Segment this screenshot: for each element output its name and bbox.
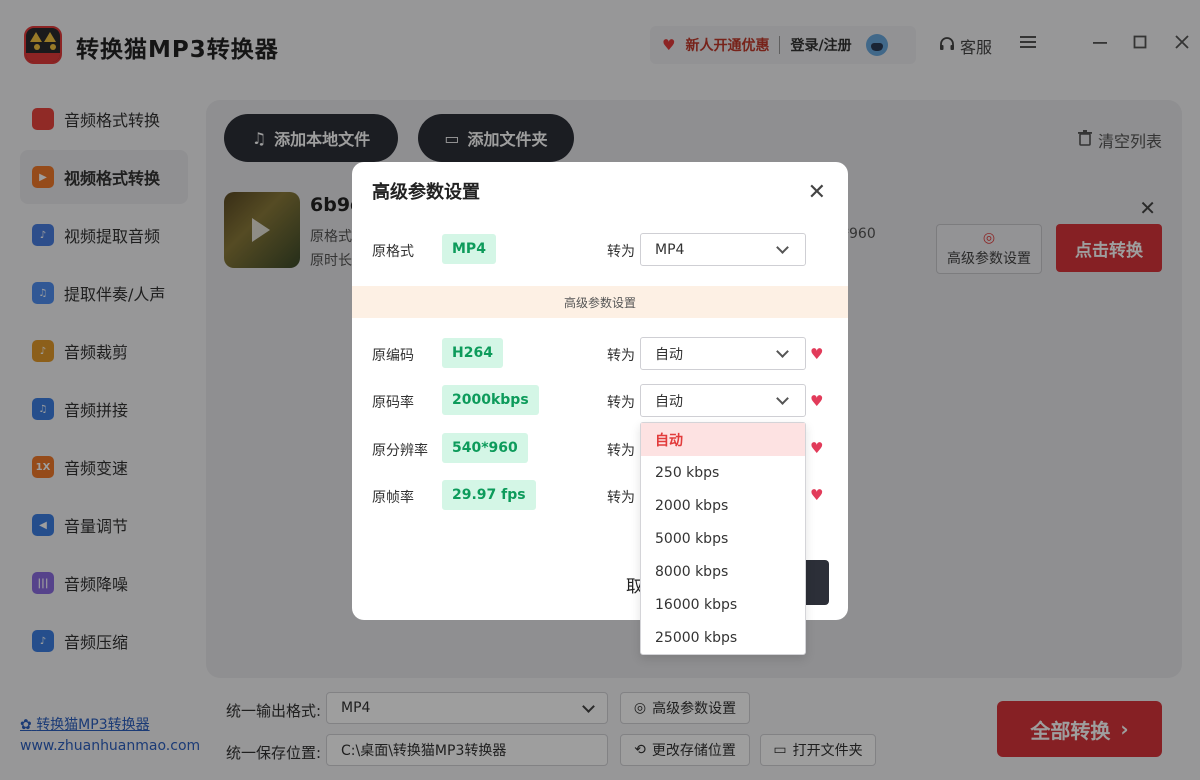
vip-heart-icon: ♥ xyxy=(810,439,824,457)
target-format-select[interactable]: MP4 xyxy=(640,233,806,266)
dropdown-option[interactable]: 250 kbps xyxy=(641,456,805,489)
to-label: 转为 xyxy=(607,443,635,459)
chevron-down-icon xyxy=(776,392,789,405)
dialog-title: 高级参数设置 xyxy=(372,182,480,203)
param-value-codec: H264 xyxy=(442,338,503,368)
to-label: 转为 xyxy=(607,490,635,506)
to-label: 转为 xyxy=(607,395,635,411)
param-label-bitrate: 原码率 xyxy=(372,395,414,411)
dropdown-option[interactable]: 5000 kbps xyxy=(641,522,805,555)
param-label-framerate: 原帧率 xyxy=(372,490,414,506)
target-codec-value: 自动 xyxy=(655,346,683,363)
param-value-bitrate: 2000kbps xyxy=(442,385,539,415)
close-icon[interactable]: ✕ xyxy=(808,180,826,205)
to-label: 转为 xyxy=(607,348,635,364)
dropdown-option[interactable]: 2000 kbps xyxy=(641,489,805,522)
chevron-down-icon xyxy=(776,345,789,358)
dropdown-option[interactable]: 25000 kbps xyxy=(641,621,805,654)
confirm-button[interactable] xyxy=(804,560,829,605)
param-value-framerate: 29.97 fps xyxy=(442,480,536,510)
chevron-down-icon xyxy=(776,241,789,254)
bitrate-dropdown-list: 自动 250 kbps 2000 kbps 5000 kbps 8000 kbp… xyxy=(640,422,806,655)
vip-heart-icon: ♥ xyxy=(810,345,824,363)
dropdown-option[interactable]: 8000 kbps xyxy=(641,555,805,588)
target-bitrate-value: 自动 xyxy=(655,393,683,410)
vip-heart-icon: ♥ xyxy=(810,486,824,504)
advanced-strip: 高级参数设置 xyxy=(352,286,848,318)
target-bitrate-select[interactable]: 自动 xyxy=(640,384,806,417)
param-label-codec: 原编码 xyxy=(372,348,414,364)
param-value-resolution: 540*960 xyxy=(442,433,528,463)
param-label-resolution: 原分辨率 xyxy=(372,443,428,459)
dropdown-option[interactable]: 自动 xyxy=(641,423,805,456)
param-value-format: MP4 xyxy=(442,234,496,264)
target-codec-select[interactable]: 自动 xyxy=(640,337,806,370)
dropdown-option[interactable]: 16000 kbps xyxy=(641,588,805,621)
vip-heart-icon: ♥ xyxy=(810,392,824,410)
to-label: 转为 xyxy=(607,244,635,260)
target-format-value: MP4 xyxy=(655,241,685,258)
param-label-format: 原格式 xyxy=(372,244,414,260)
